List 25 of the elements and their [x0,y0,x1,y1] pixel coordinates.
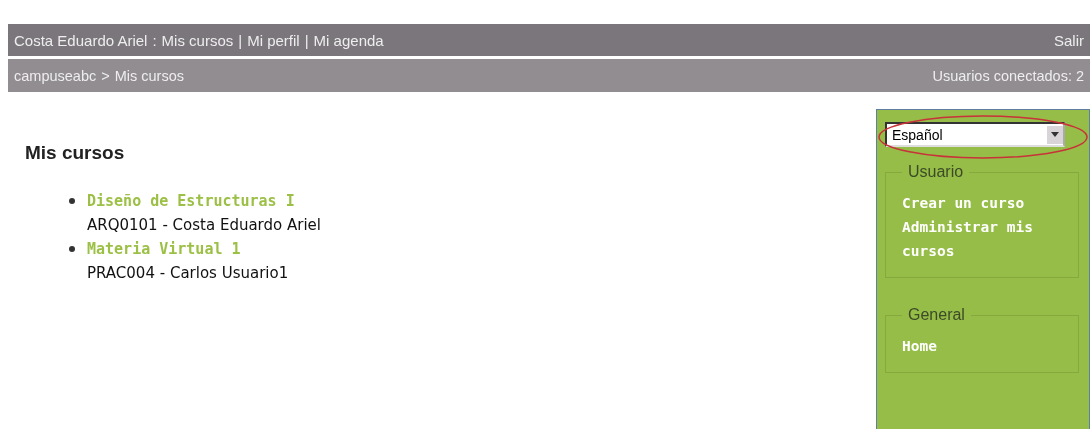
course-link[interactable]: Diseño de Estructuras I [87,189,321,213]
nav-link[interactable]: Mis cursos [161,31,234,49]
nav-link[interactable]: Mi perfil [247,31,300,49]
logout-link[interactable]: Salir [1054,31,1084,49]
language-dropdown[interactable]: Español [885,122,1065,147]
section-title: General [907,306,966,324]
course-link[interactable]: Materia Virtual 1 [87,237,321,261]
nav-link[interactable]: Mi agenda [313,31,384,49]
course-info: ARQ0101 - Costa Eduardo Ariel [87,215,321,236]
separator: : [152,31,157,49]
menu-link[interactable]: Crear un curso [902,191,1064,215]
breadcrumb-link[interactable]: campuseabc [14,67,97,84]
separator: | [238,31,243,49]
online-users-count: Usuarios conectados: 2 [932,67,1084,84]
breadcrumb-current: Mis cursos [114,67,184,84]
menu-link[interactable]: Home [902,334,1064,358]
separator: | [304,31,309,49]
bullet-icon [69,198,75,204]
menu-link[interactable]: Administrar mis cursos [902,215,1064,263]
user-name: Costa Eduardo Ariel [14,31,148,49]
page-heading: Mis cursos [25,142,126,164]
course-info: PRAC004 - Carlos Usuario1 [87,263,290,284]
section-title: Usuario [907,163,965,181]
bullet-icon [69,246,75,252]
breadcrumb-separator: > [101,67,110,84]
